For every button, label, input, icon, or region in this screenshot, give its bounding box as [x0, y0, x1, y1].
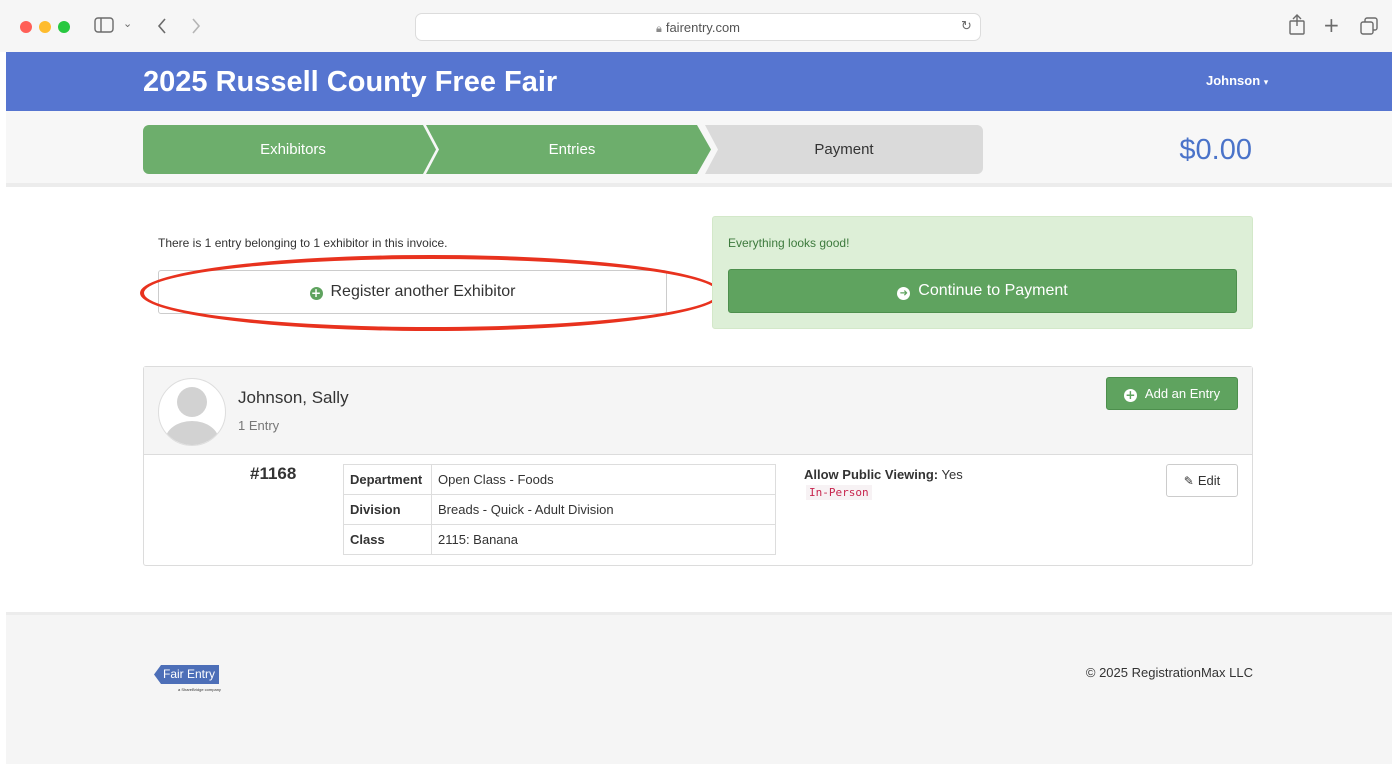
- lock-icon: 🔒︎: [655, 22, 662, 35]
- continue-label: Continue to Payment: [918, 282, 1068, 299]
- table-row: Class 2115: Banana: [343, 524, 776, 555]
- user-menu[interactable]: Johnson ▾: [1206, 73, 1268, 88]
- checkout-steps: Exhibitors Entries Payment: [143, 125, 983, 174]
- edit-entry-button[interactable]: ✎ Edit: [1166, 464, 1238, 497]
- entry-number: #1168: [250, 464, 297, 483]
- zoom-window-button[interactable]: [58, 21, 70, 33]
- entry-details-table: Department Open Class - Foods Division B…: [343, 464, 776, 555]
- step-exhibitors[interactable]: Exhibitors: [143, 125, 436, 174]
- step-label: Payment: [814, 141, 874, 158]
- edit-label: Edit: [1197, 473, 1221, 488]
- invoice-summary: There is 1 entry belonging to 1 exhibito…: [158, 236, 448, 250]
- chevron-down-icon[interactable]: ⌄: [123, 17, 132, 30]
- forward-icon[interactable]: [190, 17, 202, 35]
- public-viewing: Allow Public Viewing: Yes: [804, 467, 963, 482]
- copyright: © 2025 RegistrationMax LLC: [1085, 665, 1253, 680]
- table-row: Department Open Class - Foods: [343, 464, 776, 495]
- status-panel: Everything looks good! ➜ Continue to Paym…: [712, 216, 1253, 329]
- public-viewing-value: Yes: [941, 467, 963, 482]
- address-bar[interactable]: 🔒︎ fairentry.com ↻: [415, 13, 981, 41]
- status-message: Everything looks good!: [728, 236, 850, 250]
- exhibitor-card-header: Johnson, Sally 1 Entry + Add an Entry: [144, 367, 1252, 455]
- table-row: Division Breads - Quick - Adult Division: [343, 494, 776, 525]
- detail-key: Class: [343, 524, 432, 555]
- step-label: Exhibitors: [260, 141, 326, 158]
- pencil-icon: ✎: [1183, 474, 1194, 488]
- close-window-button[interactable]: [20, 21, 32, 33]
- invoice-total: $0.00: [1179, 134, 1252, 166]
- reload-icon[interactable]: ↻: [961, 19, 972, 34]
- sidebar-icon[interactable]: [94, 17, 114, 33]
- detail-value: 2115: Banana: [431, 524, 776, 555]
- new-tab-icon[interactable]: +: [1323, 13, 1340, 37]
- share-icon[interactable]: [1288, 14, 1306, 36]
- detail-value: Open Class - Foods: [431, 464, 776, 495]
- step-payment[interactable]: Payment: [705, 125, 983, 174]
- site-header: 2025 Russell County Free Fair Johnson ▾: [6, 52, 1392, 111]
- step-entries[interactable]: Entries: [426, 125, 711, 174]
- exhibitor-entry-count: 1 Entry: [238, 418, 280, 433]
- arrow-circle-icon: ➜: [897, 287, 911, 300]
- chevron-down-icon: ▾: [1263, 78, 1269, 88]
- annotation-ellipse: [140, 255, 722, 331]
- tabs-icon[interactable]: [1360, 17, 1378, 35]
- site-footer: Fair Entry a ShareBridge company © 2025 …: [6, 612, 1392, 764]
- avatar: [158, 378, 226, 446]
- step-label: Entries: [548, 141, 596, 158]
- minimize-window-button[interactable]: [39, 21, 51, 33]
- url-text: fairentry.com: [665, 20, 741, 35]
- plus-circle-icon: +: [1123, 388, 1137, 402]
- add-entry-label: Add an Entry: [1144, 386, 1221, 401]
- detail-key: Department: [343, 464, 432, 495]
- public-viewing-label: Allow Public Viewing:: [804, 467, 939, 482]
- exhibitor-card: Johnson, Sally 1 Entry + Add an Entry #11…: [143, 366, 1253, 566]
- exhibitor-name: Johnson, Sally: [238, 388, 349, 407]
- continue-to-payment-button[interactable]: ➜ Continue to Payment: [728, 269, 1237, 313]
- browser-toolbar: ⌄ 🔒︎ fairentry.com ↻ +: [0, 0, 1392, 52]
- delivery-badge: In-Person: [806, 485, 872, 500]
- user-name: Johnson: [1206, 73, 1261, 88]
- page-title[interactable]: 2025 Russell County Free Fair: [143, 66, 557, 99]
- logo-subtext: a ShareBridge company: [178, 687, 221, 692]
- logo-text: Fair Entry: [154, 665, 220, 684]
- detail-key: Division: [343, 494, 432, 525]
- add-entry-button[interactable]: + Add an Entry: [1106, 377, 1238, 410]
- fairentry-logo[interactable]: Fair Entry a ShareBridge company: [148, 665, 232, 697]
- back-icon[interactable]: [156, 17, 168, 35]
- detail-value: Breads - Quick - Adult Division: [431, 494, 776, 525]
